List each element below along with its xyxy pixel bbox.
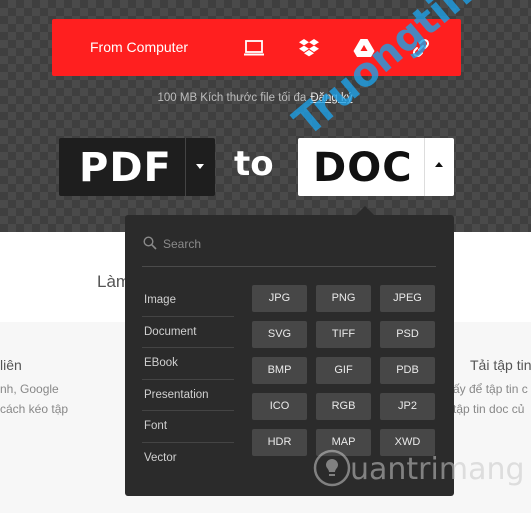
from-format-selector[interactable]: PDF [59,138,215,196]
category-presentation[interactable]: Presentation [142,380,234,411]
chevron-down-icon[interactable] [196,164,204,169]
category-ebook[interactable]: EBook [142,348,234,380]
chevron-up-icon[interactable] [435,162,443,167]
feature-title-right: Tải tập tin [470,357,531,373]
url-link-icon[interactable] [409,36,433,60]
category-image[interactable]: Image [142,285,234,317]
to-format-selector[interactable]: DOC [298,138,454,196]
upload-bar[interactable]: From Computer [52,19,461,76]
search-icon [143,236,157,250]
to-format-label: DOC [313,145,413,191]
format-dropdown: Image Document EBook Presentation Font V… [125,206,454,496]
format-option-ico[interactable]: ICO [252,393,307,420]
format-option-xwd[interactable]: XWD [380,429,435,456]
to-label: to [234,144,274,184]
format-option-tiff[interactable]: TIFF [316,321,371,348]
format-option-rgb[interactable]: RGB [316,393,371,420]
divider [424,138,425,196]
format-option-map[interactable]: MAP [316,429,371,456]
feature-text-right-1: ấy để tập tin c [453,382,528,396]
format-option-svg[interactable]: SVG [252,321,307,348]
signup-link[interactable]: Đăng ký [310,92,352,104]
google-drive-icon[interactable] [352,36,376,60]
feature-text-left-2: cách kéo tập [0,402,69,416]
format-option-jpeg[interactable]: JPEG [380,285,435,312]
computer-icon[interactable] [242,36,266,60]
file-size-limit: 100 MB Kích thước file tối đa Đăng ký [0,92,510,104]
search-underline [142,266,436,267]
dropbox-icon[interactable] [297,36,321,60]
from-computer-button[interactable]: From Computer [90,39,188,55]
format-grid: JPG PNG JPEG SVG TIFF PSD BMP GIF PDB IC… [252,285,436,456]
format-option-gif[interactable]: GIF [316,357,371,384]
category-vector[interactable]: Vector [142,443,234,475]
feature-text-left-1: nh, Google [0,382,59,396]
format-option-jpg[interactable]: JPG [252,285,307,312]
format-option-bmp[interactable]: BMP [252,357,307,384]
format-option-png[interactable]: PNG [316,285,371,312]
category-list: Image Document EBook Presentation Font V… [142,285,234,474]
from-format-label: PDF [79,145,172,191]
format-option-jp2[interactable]: JP2 [380,393,435,420]
category-document[interactable]: Document [142,317,234,348]
feature-text-right-2: tập tin doc củ [453,402,525,416]
format-search-input[interactable] [163,234,413,254]
format-option-psd[interactable]: PSD [380,321,435,348]
format-option-pdb[interactable]: PDB [380,357,435,384]
format-option-hdr[interactable]: HDR [252,429,307,456]
feature-title-left: liên [0,357,22,373]
limit-text: 100 MB Kích thước file tối đa [157,92,307,104]
category-font[interactable]: Font [142,411,234,443]
divider [185,138,186,196]
